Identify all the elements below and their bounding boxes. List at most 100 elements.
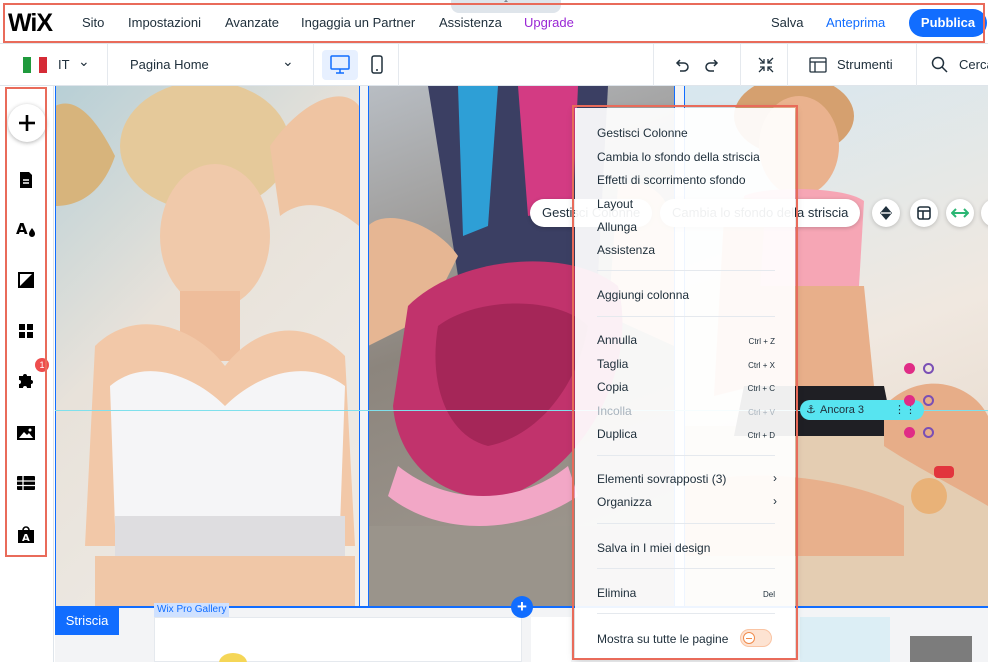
collapse-toolbar-button[interactable]: ˆ [451,0,561,13]
menu-change-strip-background[interactable]: Cambia lo sfondo della striscia [597,150,760,164]
shortcut-paste: Ctrl + V [748,408,775,417]
tools-label[interactable]: Strumenti [837,57,893,72]
italy-flag-icon[interactable] [23,57,47,73]
chevron-up-icon: ˆ [504,0,508,11]
connector-dot[interactable] [904,427,915,438]
divider [916,44,917,86]
pro-gallery[interactable] [154,617,522,662]
lower-section-element[interactable] [910,636,972,662]
connector-dot[interactable] [904,363,915,374]
divider [787,44,788,86]
connector-ring[interactable] [923,395,934,406]
table-icon [17,476,35,490]
divider [653,44,654,86]
menu-delete[interactable]: Elimina [597,586,636,600]
connector-ring[interactable] [923,363,934,374]
menu-copy[interactable]: Copia [597,380,628,394]
desktop-icon [330,55,350,74]
menu-stretch[interactable]: Allunga [597,220,637,234]
menu-help[interactable]: Assistenza [597,243,655,257]
desktop-view-button[interactable] [322,50,358,80]
cms-button[interactable] [12,469,40,497]
menu-manage-columns[interactable]: Gestisci Colonne [597,126,688,140]
connector-dot[interactable] [904,395,915,406]
shortcut-delete: Del [762,590,775,599]
divider [107,44,108,86]
add-section-button[interactable]: + [511,596,533,618]
puzzle-icon [19,374,33,388]
redo-icon [705,59,719,72]
menu-divider [597,613,775,614]
menu-overlapping-elements[interactable]: Elementi sovrapposti (3) [597,472,726,486]
media-button[interactable] [12,419,40,447]
theme-button[interactable]: A [12,215,40,243]
shortcut-undo: Ctrl + Z [748,337,775,346]
stretch-icon [951,208,969,218]
nav-hire-partner[interactable]: Ingaggia un Partner [301,15,415,30]
nav-site[interactable]: Sito [82,15,104,30]
nav-help[interactable]: Assistenza [439,15,502,30]
menu-add-column[interactable]: Aggiungi colonna [597,288,689,302]
app-market-button[interactable] [12,367,40,395]
shortcut-cut: Ctrl + X [748,361,775,370]
menu-arrange[interactable]: Organizza [597,495,652,509]
gallery-label[interactable]: Wix Pro Gallery [154,603,230,617]
menu-undo[interactable]: Annulla [597,333,637,347]
search-icon[interactable] [930,55,950,75]
apps-icon [19,324,33,338]
wix-logo[interactable]: WiX [8,9,53,38]
column-border [55,86,56,606]
zoom-out-button[interactable] [756,55,776,75]
nav-advanced[interactable]: Avanzate [225,15,279,30]
preview-button[interactable]: Anteprima [826,15,885,30]
anchor-label: Ancora 3 [820,404,865,416]
nav-settings[interactable]: Impostazioni [128,15,201,30]
menu-cut[interactable]: Taglia [597,357,628,371]
chevron-right-icon: › [773,471,777,485]
publish-button[interactable]: Pubblica [909,9,987,37]
background-button[interactable] [12,266,40,294]
lower-section-element[interactable] [531,617,571,662]
nav-upgrade[interactable]: Upgrade [524,15,574,30]
menu-save-to-my-designs[interactable]: Salva in I miei design [597,541,710,555]
page-selector[interactable]: Pagina Home [130,57,209,72]
mobile-view-button[interactable] [366,50,388,80]
show-on-all-pages-toggle[interactable] [740,629,772,647]
layout-icon [917,206,931,220]
menu-show-on-all-pages[interactable]: Mostra su tutte le pagine [597,632,728,646]
apps-button[interactable] [12,317,40,345]
chevron-right-icon: › [773,494,777,508]
strip-label[interactable]: Striscia [55,607,119,635]
business-button[interactable]: A [12,520,40,548]
stretch-button[interactable] [946,199,974,227]
image-icon [17,426,35,440]
menu-paste[interactable]: Incolla [597,404,632,418]
chevron-down-icon[interactable]: ⌄ [282,53,294,70]
toggle-knob [743,632,755,644]
pages-button[interactable] [12,166,40,194]
editor-canvas[interactable]: Striscia Wix Pro Gallery + Gestisci Colo… [55,86,988,662]
language-selector[interactable]: IT [58,57,70,72]
menu-divider [597,455,775,456]
arrange-button[interactable] [872,199,900,227]
tools-button[interactable] [808,55,828,75]
layout-button[interactable] [910,199,938,227]
chevron-down-icon[interactable]: ⌄ [78,53,90,70]
redo-button[interactable] [702,55,722,75]
menu-duplicate[interactable]: Duplica [597,427,637,441]
woman-stretching-image [55,86,359,606]
save-button[interactable]: Salva [771,15,804,30]
menu-divider [597,523,775,524]
shortcut-copy: Ctrl + C [747,384,775,393]
background-icon [18,272,34,288]
menu-scroll-effects[interactable]: Effetti di scorrimento sfondo [597,173,746,187]
zoom-out-icon [758,57,774,73]
column-1-photo[interactable] [55,86,359,606]
lower-section-element[interactable] [800,617,890,662]
connector-ring[interactable] [923,427,934,438]
menu-layout[interactable]: Layout [597,197,633,211]
search-label[interactable]: Cerca [959,57,988,72]
undo-button[interactable] [672,55,692,75]
column-border [359,86,360,606]
add-elements-button[interactable] [8,104,46,142]
